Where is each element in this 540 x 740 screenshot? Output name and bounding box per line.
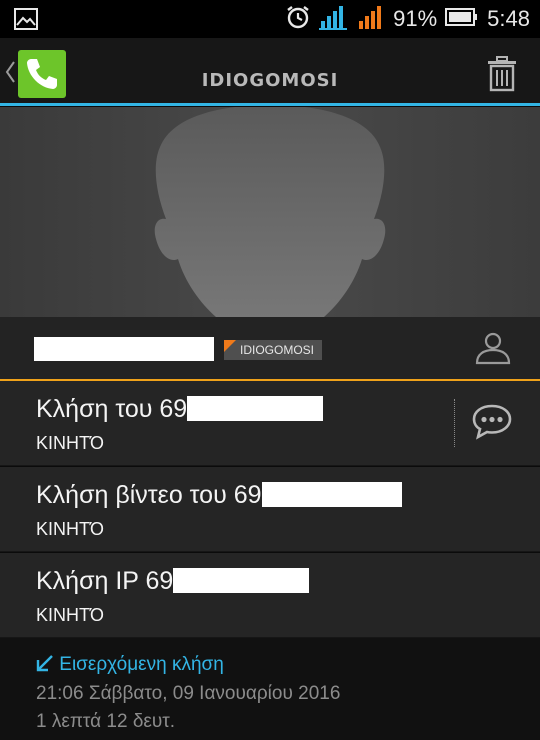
number-type: ΚΙΝΗΤΌ — [36, 433, 104, 453]
signal-sim2-icon — [357, 4, 385, 35]
number-redacted — [261, 482, 402, 507]
number-type: ΚΙΝΗΤΌ — [36, 519, 104, 539]
number-redacted — [187, 396, 324, 421]
contact-photo[interactable] — [0, 107, 540, 317]
alarm-icon — [285, 4, 311, 35]
number-type: ΚΙΝΗΤΌ — [36, 605, 104, 625]
message-bubble-icon — [472, 404, 512, 445]
add-to-contacts-button[interactable] — [474, 331, 512, 370]
contact-name-bar: IDIOGOMOSI — [0, 317, 540, 379]
number-redacted — [173, 568, 310, 593]
battery-percent: 91% — [393, 6, 438, 31]
account-color-marker — [224, 340, 236, 352]
account-tag: IDIOGOMOSI — [224, 340, 323, 360]
call-label: Κλήση IP 69 — [36, 567, 174, 595]
account-tag-label: IDIOGOMOSI — [240, 343, 315, 357]
call-history-entry[interactable]: Εισερχόμενη κλήση 21:06 Σάββατο, 09 Ιανο… — [0, 638, 540, 740]
call-datetime: 21:06 Σάββατο, 09 Ιανουαρίου 2016 — [36, 683, 341, 704]
clock: 5:48 — [487, 6, 530, 31]
battery-icon — [445, 7, 479, 32]
incoming-call-arrow-icon — [36, 654, 59, 675]
action-bar: IDIOGOMOSI — [0, 38, 540, 106]
delete-button[interactable] — [486, 56, 518, 97]
call-type-label: Εισερχόμενη κλήση — [59, 654, 224, 675]
default-contact-silhouette-icon — [154, 107, 386, 317]
send-message-button[interactable] — [472, 403, 512, 446]
status-bar: 91% 5:48 — [0, 0, 540, 38]
action-bar-divider — [0, 103, 540, 106]
page-title: IDIOGOMOSI — [201, 70, 339, 91]
call-row-ip[interactable]: Κλήση IP 69 ΚΙΝΗΤΌ — [0, 553, 540, 638]
contact-name-redacted — [34, 337, 214, 361]
vertical-divider — [454, 399, 455, 447]
call-label: Κλήση βίντεο του 69 — [36, 481, 262, 509]
trash-icon — [486, 56, 518, 96]
call-row-voice[interactable]: Κλήση του 69 ΚΙΝΗΤΌ — [0, 381, 540, 466]
call-row-video[interactable]: Κλήση βίντεο του 69 ΚΙΝΗΤΌ — [0, 467, 540, 552]
image-notification-icon — [14, 8, 38, 35]
signal-sim1-icon — [319, 4, 349, 35]
call-label: Κλήση του 69 — [36, 395, 188, 423]
person-icon — [474, 332, 512, 369]
call-duration: 1 λεπτά 12 δευτ. — [36, 711, 176, 732]
